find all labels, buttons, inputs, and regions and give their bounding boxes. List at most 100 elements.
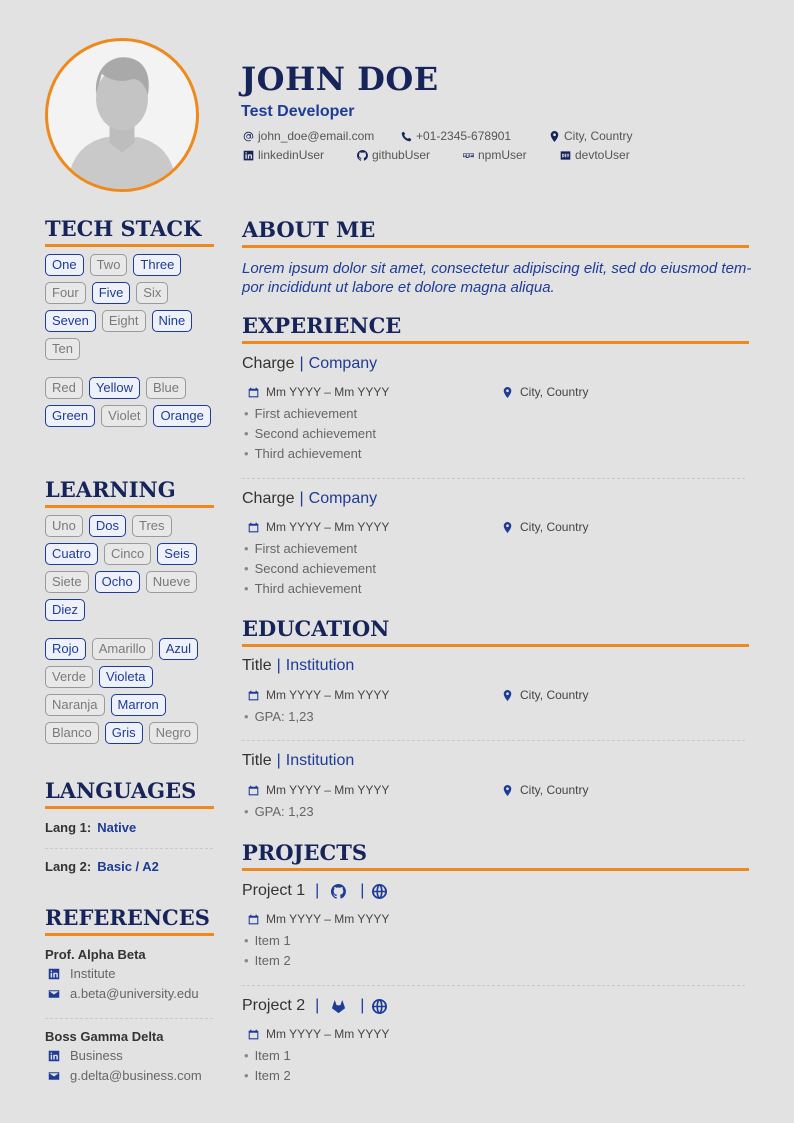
avatar-silhouette-icon — [67, 57, 177, 189]
list-item: Item 2 — [244, 951, 291, 971]
divider — [45, 1018, 213, 1019]
map-pin-icon — [503, 784, 512, 796]
education-heading: EDUCATION — [242, 616, 749, 647]
degree-title: Title — [242, 752, 272, 769]
npm-text: npmUser — [478, 148, 527, 162]
skill-tag: Naranja — [45, 694, 105, 716]
skill-tag: Seis — [157, 543, 197, 565]
location-text: City, Country — [520, 783, 589, 797]
globe-icon[interactable] — [372, 998, 388, 1014]
location-text: City, Country — [564, 129, 633, 143]
globe-icon[interactable] — [372, 883, 388, 899]
contact-npm[interactable]: npmUser — [463, 148, 527, 162]
skill-tag: Three — [133, 254, 182, 276]
tech-stack-tags-secondary: Red Yellow Blue Green Violet Orange — [45, 377, 217, 427]
list-item: Item 2 — [244, 1066, 291, 1086]
experience-title: Charge | Company — [242, 355, 378, 372]
location-text: City, Country — [520, 520, 589, 534]
reference-org-text: Business — [70, 1048, 123, 1063]
list-item: First achievement — [244, 539, 376, 559]
date-range: Mm YYYY – Mm YYYY — [248, 688, 389, 702]
github-text: githubUser — [372, 148, 431, 162]
reference-email[interactable]: g.delta@business.com — [48, 1068, 202, 1083]
contact-phone[interactable]: +01-2345-678901 — [401, 129, 511, 143]
language-level: Basic / A2 — [97, 859, 159, 874]
date-text: Mm YYYY – Mm YYYY — [266, 385, 390, 399]
phone-icon — [401, 131, 412, 141]
language-name: Lang 1: — [45, 820, 92, 835]
skill-tag: Verde — [45, 666, 93, 688]
skill-tag: Dos — [88, 515, 126, 537]
learning-tags-secondary: Rojo Amarillo Azul Verde Violeta Naranja Marro… — [45, 638, 217, 744]
contact-email[interactable]: john_doe@email.com — [243, 129, 374, 143]
divider — [242, 985, 745, 986]
language-item: Lang 2: Basic / A2 — [45, 859, 159, 874]
divider — [242, 478, 745, 479]
degree-title: Title — [242, 657, 272, 674]
skill-tag: Gris — [104, 722, 143, 744]
skill-tag: Diez — [45, 599, 86, 621]
date-range: Mm YYYY – Mm YYYY — [248, 912, 389, 926]
education-location: City, Country — [502, 783, 588, 797]
reference-email-text: a.beta@university.edu — [70, 986, 199, 1001]
skill-tag: Siete — [45, 571, 89, 593]
learning-heading: LEARNING — [45, 477, 214, 508]
education-details: GPA: 1,23 — [244, 802, 314, 822]
location-text: City, Country — [520, 385, 589, 399]
languages-heading: LANGUAGES — [45, 778, 214, 809]
language-item: Lang 1: Native — [45, 820, 136, 835]
contact-linkedin[interactable]: linkedinUser — [243, 148, 324, 162]
job-title: Charge — [242, 490, 295, 507]
achievements-list: First achievement Second achievement Thi… — [244, 539, 376, 599]
list-item: Third achievement — [244, 579, 376, 599]
date-range: Mm YYYY – Mm YYYY — [248, 783, 389, 797]
skill-tag: Rojo — [45, 638, 86, 660]
institution-name: Institution — [285, 657, 355, 674]
calendar-icon — [248, 1029, 259, 1039]
education-details: GPA: 1,23 — [244, 707, 314, 727]
email-text: john_doe@email.com — [258, 129, 375, 143]
reference-org: Institute — [48, 966, 116, 981]
reference-org-text: Institute — [70, 966, 116, 981]
language-name: Lang 2: — [45, 859, 92, 874]
location-text: City, Country — [520, 688, 589, 702]
skill-tag: Eight — [101, 310, 146, 332]
reference-org: Business — [48, 1048, 123, 1063]
gitlab-icon[interactable] — [331, 999, 346, 1014]
date-range: Mm YYYY – Mm YYYY — [248, 520, 389, 534]
project-items: Item 1 Item 2 — [244, 931, 291, 971]
map-pin-icon — [503, 386, 512, 398]
skill-tag: Violeta — [98, 666, 153, 688]
skill-tag: Cuatro — [45, 543, 99, 565]
github-icon[interactable] — [331, 883, 347, 899]
contact-github[interactable]: githubUser — [357, 148, 430, 162]
experience-heading: EXPERIENCE — [242, 313, 749, 344]
contact-location: City, Country — [549, 129, 632, 143]
project-name: Project 2 — [242, 997, 306, 1014]
list-item: GPA: 1,23 — [244, 707, 314, 727]
skill-tag: Red — [45, 377, 83, 399]
project-name: Project 1 — [242, 882, 306, 899]
skill-tag: Seven — [45, 310, 96, 332]
list-item: GPA: 1,23 — [244, 802, 314, 822]
map-pin-icon — [503, 521, 512, 533]
profile-avatar — [45, 38, 199, 192]
skill-tag: Blanco — [45, 722, 99, 744]
institution-name: Institution — [285, 752, 355, 769]
linkedin-icon — [48, 968, 60, 979]
skill-tag: Cinco — [104, 543, 152, 565]
phone-text: +01-2345-678901 — [416, 129, 512, 143]
list-item: Item 1 — [244, 1046, 291, 1066]
experience-title: Charge | Company — [242, 490, 378, 507]
date-text: Mm YYYY – Mm YYYY — [266, 783, 390, 797]
reference-email[interactable]: a.beta@university.edu — [48, 986, 199, 1001]
date-text: Mm YYYY – Mm YYYY — [266, 912, 390, 926]
contact-devto[interactable]: devtoUser — [560, 148, 630, 162]
learning-tags-primary: Uno Dos Tres Cuatro Cinco Seis Siete Ocho Nueve D… — [45, 515, 217, 621]
skill-tag: Violet — [101, 405, 148, 427]
projects-heading: PROJECTS — [242, 840, 749, 871]
devto-icon — [560, 150, 571, 160]
project-items: Item 1 Item 2 — [244, 1046, 291, 1086]
skill-tag: Blue — [145, 377, 186, 399]
map-pin-icon — [503, 689, 512, 701]
